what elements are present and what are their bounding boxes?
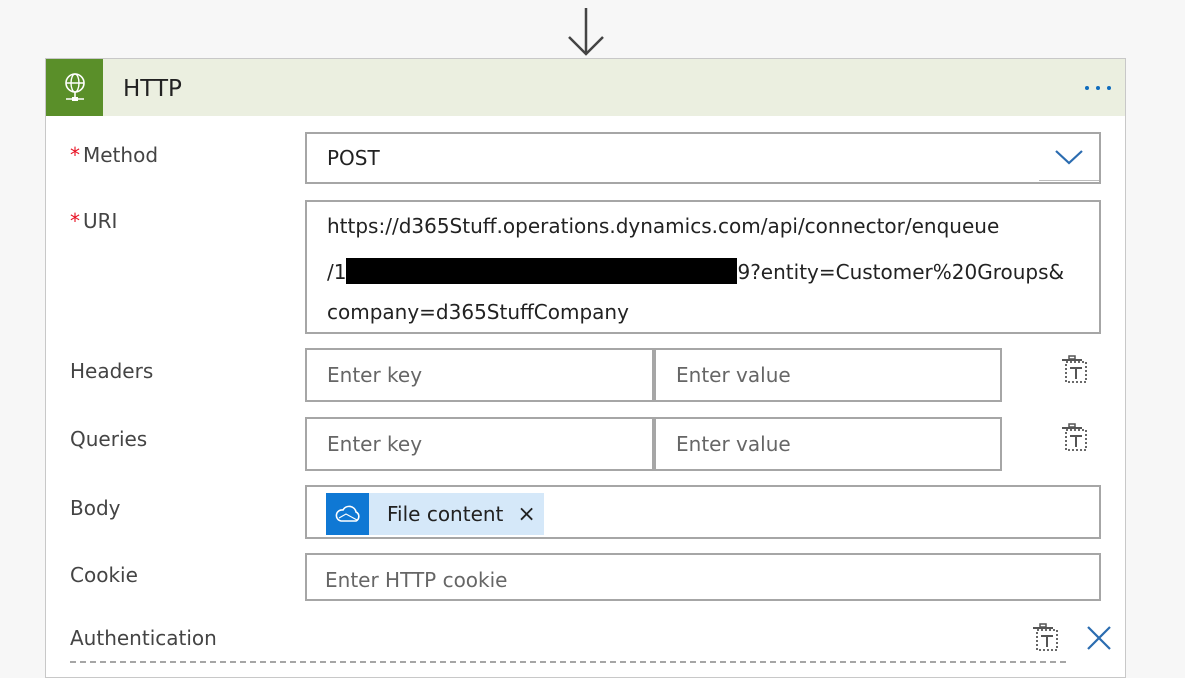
method-dropdown-button[interactable] [1039,134,1099,181]
authentication-dashed-border [70,661,1066,663]
uri-text-line-2: /1 9?entity=Customer%20Groups& [327,258,1065,284]
more-horizontal-icon [1085,86,1111,90]
uri-input[interactable]: https://d365Stuff.operations.dynamics.co… [305,200,1101,334]
cookie-input[interactable]: Enter HTTP cookie [305,553,1101,601]
more-options-button[interactable] [1080,73,1116,103]
method-select[interactable]: POST [305,132,1101,184]
body-input[interactable]: File content × [305,485,1101,539]
trash-icon[interactable] [1030,622,1060,654]
body-label: Body [70,496,121,520]
headers-label: Headers [70,359,154,383]
token-label: File content [387,502,504,526]
close-icon[interactable] [1084,623,1114,653]
cookie-placeholder: Enter HTTP cookie [325,568,508,592]
card-title: HTTP [123,76,182,102]
authentication-label: Authentication [70,626,217,650]
remove-token-button[interactable]: × [517,502,535,527]
method-label: * Method [70,143,159,167]
chevron-down-icon [1055,150,1083,165]
required-mark: * [70,143,80,167]
headers-value-input[interactable]: Enter value [654,348,1002,402]
http-action-card: HTTP * Method POST * URI https://d365Stuff… [45,58,1126,678]
uri-text-line-1: https://d365Stuff.operations.dynamics.co… [327,214,1000,238]
queries-label: Queries [70,427,148,451]
globe-network-icon [46,59,103,116]
onedrive-cloud-icon [326,493,369,535]
uri-label: * URI [70,209,118,233]
trash-icon[interactable] [1059,422,1089,454]
headers-key-input[interactable]: Enter key [305,348,654,402]
uri-text-line-3: company=d365StuffCompany [327,300,629,324]
queries-value-input[interactable]: Enter value [654,417,1002,471]
arrow-down-icon [568,8,604,56]
card-header[interactable]: HTTP [46,59,1125,116]
file-content-token[interactable]: File content × [326,493,544,535]
required-mark: * [70,209,80,233]
method-value: POST [327,146,380,170]
cookie-label: Cookie [70,563,138,587]
redacted-block [346,258,738,284]
trash-icon[interactable] [1059,354,1089,386]
queries-key-input[interactable]: Enter key [305,417,654,471]
